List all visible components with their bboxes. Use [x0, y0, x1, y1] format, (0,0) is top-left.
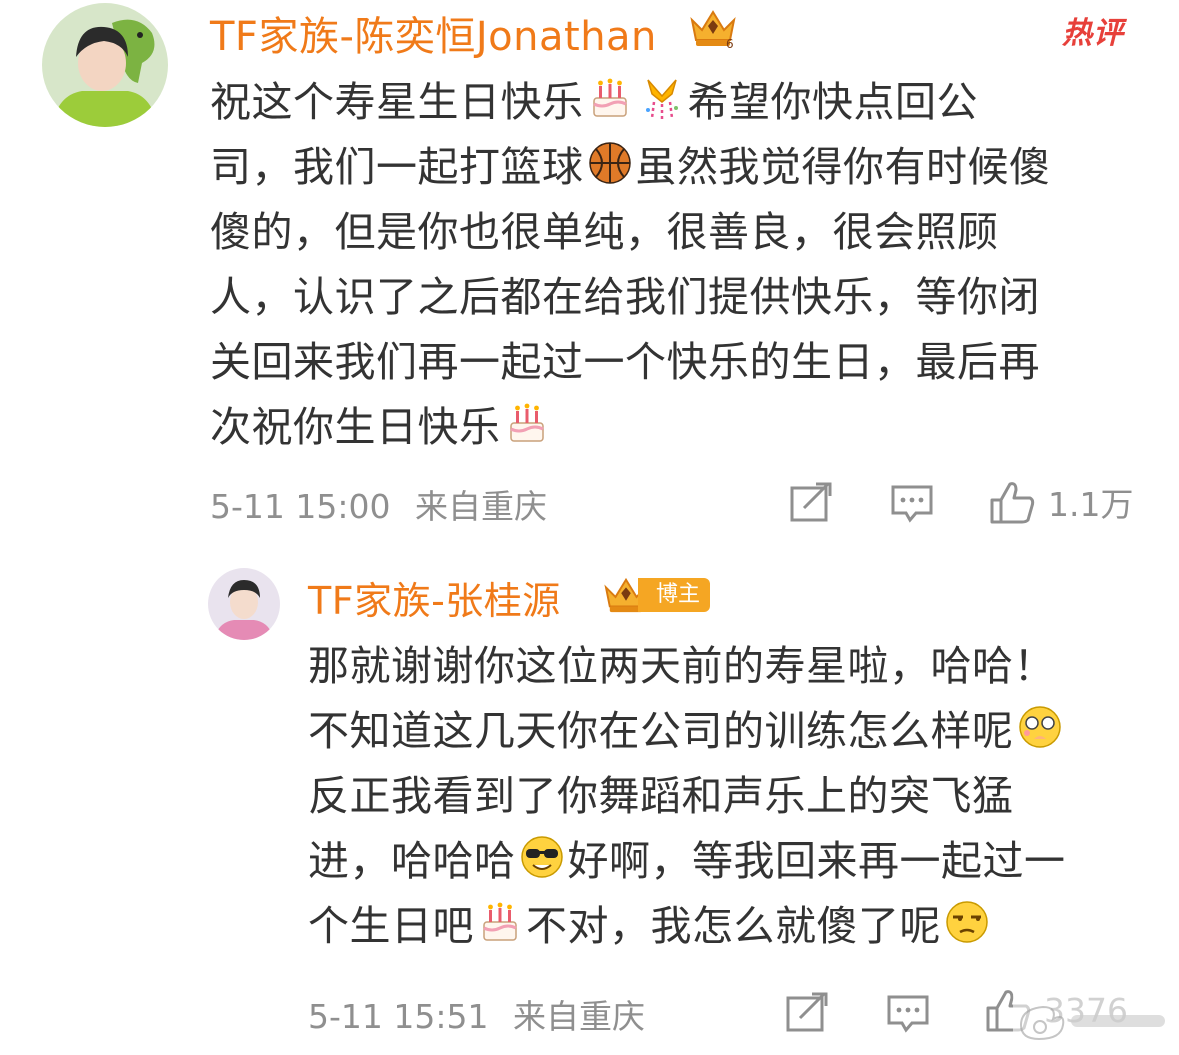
cool-emoji-icon [518, 833, 566, 881]
avatar[interactable] [208, 568, 280, 640]
comment-meta: 5-11 15:51 来自重庆 [308, 990, 645, 1038]
repost-icon [786, 992, 828, 1032]
comment-line: 祝这个寿星生日快乐 希望你快点回公 [210, 70, 1150, 135]
avatar-boy-dinosaur-icon [42, 3, 168, 127]
comment-text-segment: 不知道这几天你在公司的训练怎么样呢 [308, 707, 1014, 755]
comment-text-segment: 那就谢谢你这位两天前的寿星啦，哈哈！ [308, 642, 1055, 690]
comment-line: 反正我看到了你舞蹈和声乐上的突飞猛 [308, 764, 1148, 829]
cake-emoji-icon [586, 74, 634, 122]
comment-line: 次祝你生日快乐 [210, 395, 1150, 460]
comment-text-segment: 傻的，但是你也很单纯，很善良，很会照顾 [210, 208, 999, 256]
comment-line: 司，我们一起打篮球 虽然我觉得你有时候傻 [210, 135, 1150, 200]
gift-emoji-icon [638, 74, 686, 122]
comment-location: 来自重庆 [513, 997, 645, 1036]
username[interactable]: TF家族-陈奕恒Jonathan [210, 4, 657, 62]
cake-emoji-icon [503, 399, 551, 447]
username[interactable]: TF家族-张桂源 [308, 570, 561, 625]
comment-line: 进，哈哈哈 好啊，等我回来再一起过一 [308, 829, 1148, 894]
comment-text-segment: 希望你快点回公 [687, 78, 978, 126]
crown-icon: 6 [686, 6, 740, 51]
like-button[interactable]: 1.1万 [990, 478, 1133, 526]
blogger-badge: 博主 [600, 574, 711, 616]
comment-line: 那就谢谢你这位两天前的寿星啦，哈哈！ [308, 634, 1148, 699]
comment-time: 5-11 15:51 [308, 997, 489, 1036]
comment-text-segment: 虽然我觉得你有时候傻 [635, 143, 1051, 191]
comment-text: 祝这个寿星生日快乐 希望你快点回公司，我们一起打篮球 虽然我觉得你有时候傻傻的，但是… [210, 70, 1150, 460]
comment-text: 那就谢谢你这位两天前的寿星啦，哈哈！ 不知道这几天你在公司的训练怎么样呢 反正我看到… [308, 634, 1148, 959]
comment-meta: 5-11 15:00 来自重庆 [210, 480, 547, 528]
unamused-emoji-icon [943, 898, 991, 946]
comment-button[interactable] [890, 484, 934, 524]
shy-emoji-icon [1016, 703, 1064, 751]
comment-line: 人，认识了之后都在给我们提供快乐，等你闭 [210, 265, 1150, 330]
comment-text-segment: 司，我们一起打篮球 [210, 143, 584, 191]
cake-emoji-icon [476, 898, 524, 946]
comment-text-segment: 祝这个寿星生日快乐 [210, 78, 584, 126]
repost-button[interactable] [790, 482, 832, 522]
comment-time: 5-11 15:00 [210, 487, 391, 526]
comment-text-segment: 好啊，等我回来再一起过一 [567, 837, 1066, 885]
comment-button[interactable] [886, 994, 930, 1034]
avatar[interactable] [42, 3, 168, 127]
comment-text-segment: 关回来我们再一起过一个快乐的生日，最后再 [210, 338, 1040, 386]
comment-text-segment: 反正我看到了你舞蹈和声乐上的突飞猛 [308, 772, 1014, 820]
comment-icon [891, 485, 933, 523]
comment-text-segment: 次祝你生日快乐 [210, 403, 501, 451]
comment-text-segment: 不对，我怎么就傻了呢 [526, 902, 941, 950]
weibo-watermark-icon [1013, 995, 1173, 1045]
basketball-emoji-icon [586, 139, 634, 187]
blogger-badge-label: 博主 [638, 578, 711, 612]
comment-icon [887, 995, 929, 1033]
repost-button[interactable] [786, 992, 828, 1032]
comment-text-segment: 人，认识了之后都在给我们提供快乐，等你闭 [210, 273, 1040, 321]
like-count: 1.1万 [1048, 485, 1134, 524]
comment-text-segment: 个生日吧 [308, 902, 474, 950]
comment-line: 不知道这几天你在公司的训练怎么样呢 [308, 699, 1148, 764]
like-icon [990, 482, 1035, 524]
avatar-boy-pink-icon [208, 568, 280, 640]
svg-text:6: 6 [726, 37, 734, 50]
comment-line: 关回来我们再一起过一个快乐的生日，最后再 [210, 330, 1150, 395]
comment-line: 个生日吧 不对，我怎么就傻了呢 [308, 894, 1148, 959]
comment-location: 来自重庆 [415, 487, 547, 526]
comment-text-segment: 进，哈哈哈 [308, 837, 516, 885]
comment-line: 傻的，但是你也很单纯，很善良，很会照顾 [210, 200, 1150, 265]
hot-comment-tag: 热评 [1062, 16, 1124, 51]
repost-icon [790, 482, 832, 522]
